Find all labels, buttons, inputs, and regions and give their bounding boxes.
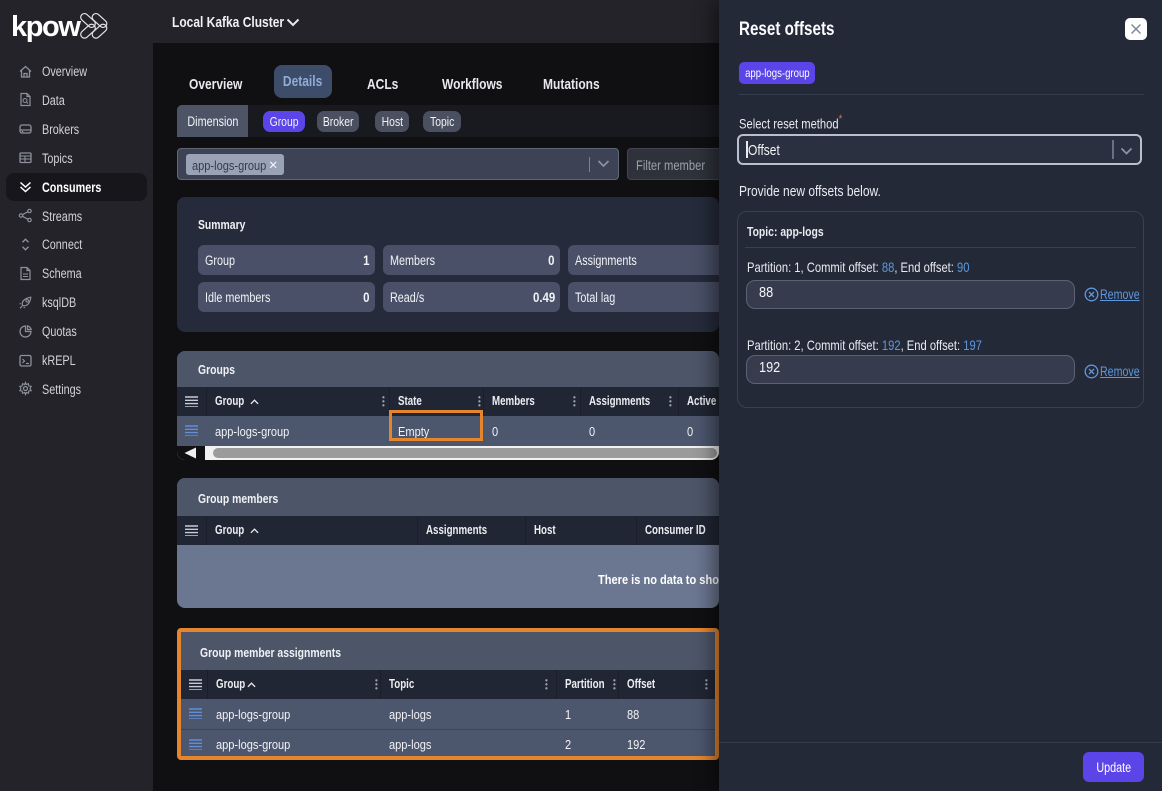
svg-text:kpow: kpow (11, 11, 81, 43)
